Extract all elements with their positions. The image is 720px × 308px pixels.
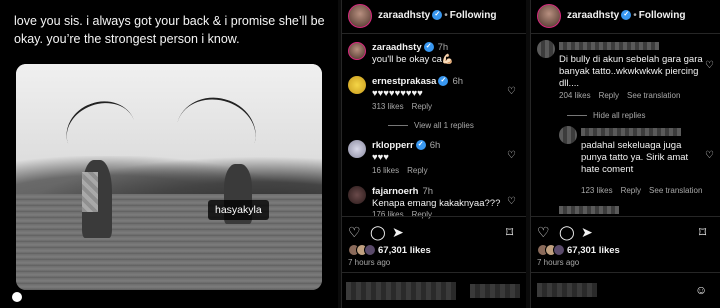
post-header: zaraadhsty ✓ • Following bbox=[342, 0, 526, 34]
photo-blur-censor bbox=[82, 172, 98, 212]
comment-text: ♥♥♥ bbox=[372, 152, 389, 163]
verified-icon: ✓ bbox=[621, 10, 632, 21]
separator-dot: • bbox=[444, 10, 448, 21]
pixelated-redaction bbox=[346, 282, 456, 300]
comment-text: ♥♥♥♥♥♥♥♥♥ bbox=[372, 88, 423, 99]
avatar[interactable] bbox=[537, 4, 561, 28]
comment-text: Di bully di akun sebelah gara gara banya… bbox=[559, 54, 703, 89]
comment-username[interactable]: fajarnoerh bbox=[372, 186, 418, 197]
like-heart-icon[interactable]: ♡ bbox=[705, 60, 714, 71]
post-timestamp: 7 hours ago bbox=[348, 258, 391, 267]
bookmark-icon[interactable]: ⌑ bbox=[506, 225, 513, 239]
see-translation-link[interactable]: See translation bbox=[649, 186, 702, 195]
share-icon[interactable]: ➤ bbox=[392, 225, 404, 239]
comment-time: 6h bbox=[429, 140, 441, 151]
smiley-icon[interactable]: ☺ bbox=[695, 283, 707, 297]
comment-username[interactable]: rklopperr bbox=[372, 140, 414, 151]
photo-water bbox=[16, 194, 322, 290]
heart-icon[interactable]: ♡ bbox=[537, 225, 550, 239]
pixelated-redaction bbox=[470, 284, 520, 298]
avatar[interactable] bbox=[348, 4, 372, 28]
pixelated-redaction bbox=[537, 283, 597, 297]
avatar[interactable] bbox=[348, 76, 366, 94]
verified-icon: ✓ bbox=[415, 140, 426, 151]
post-header: zaraadhsty ✓ • Following bbox=[531, 0, 720, 34]
comment-text: padahal sekeluaga juga punya tatto ya. S… bbox=[581, 140, 689, 175]
header-username[interactable]: zaraadhsty bbox=[378, 10, 430, 21]
post-caption: love you sis. i always got your back & i… bbox=[14, 14, 325, 46]
verified-icon: ✓ bbox=[432, 10, 443, 21]
comment-username[interactable]: zaraadhsty bbox=[372, 42, 422, 53]
like-heart-icon[interactable]: ♡ bbox=[507, 196, 516, 207]
comment-icon[interactable]: ◯ bbox=[370, 225, 386, 239]
comments-panel-middle: zaraadhsty ✓ • Following zaraadhsty ✓ 7h you'… bbox=[341, 0, 526, 308]
comment-likes[interactable]: 123 likes bbox=[581, 186, 613, 195]
view-replies-link[interactable]: View all 1 replies bbox=[388, 121, 474, 130]
header-username[interactable]: zaraadhsty bbox=[567, 10, 619, 21]
heart-icon[interactable]: ♡ bbox=[348, 225, 361, 239]
post-photo[interactable]: hasyakyla bbox=[16, 64, 322, 290]
avatar[interactable] bbox=[348, 186, 366, 204]
reply-button[interactable]: Reply bbox=[407, 166, 427, 175]
comment-time: 6h bbox=[452, 76, 464, 87]
verified-icon: ✓ bbox=[423, 42, 434, 53]
reply-button[interactable]: Reply bbox=[412, 102, 432, 111]
like-heart-icon[interactable]: ♡ bbox=[705, 150, 714, 161]
following-button[interactable]: Following bbox=[639, 10, 686, 21]
reply-button[interactable]: Reply bbox=[599, 91, 619, 100]
likes-count[interactable]: 67,301 likes bbox=[567, 245, 620, 256]
reply-button[interactable]: Reply bbox=[621, 186, 641, 195]
avatar[interactable] bbox=[348, 42, 366, 60]
post-actions-bar: ♡ ◯ ➤ ⌑ bbox=[531, 216, 720, 242]
see-translation-link[interactable]: See translation bbox=[627, 91, 680, 100]
like-heart-icon[interactable]: ♡ bbox=[507, 86, 516, 97]
comment-text: Kenapa emang kakaknyaa??? bbox=[372, 198, 501, 209]
bookmark-icon[interactable]: ⌑ bbox=[699, 225, 706, 239]
add-comment-bar: ☺ bbox=[531, 272, 720, 308]
comments-panel-right: zaraadhsty ✓ • Following Di bully di akun s… bbox=[530, 0, 720, 308]
verified-icon: ✓ bbox=[438, 76, 449, 87]
comment-text: you'll be okay ca💪🏻 bbox=[372, 54, 454, 65]
post-timestamp: 7 hours ago bbox=[537, 258, 580, 267]
avatar bbox=[537, 40, 555, 58]
avatar[interactable] bbox=[348, 140, 366, 158]
comment-username[interactable]: ernestprakasa bbox=[372, 76, 436, 87]
likes-count[interactable]: 67,301 likes bbox=[378, 245, 431, 256]
pixelated-redaction bbox=[559, 206, 619, 214]
hide-replies-link[interactable]: Hide all replies bbox=[567, 111, 645, 120]
photo-user-tag[interactable]: hasyakyla bbox=[208, 200, 269, 220]
avatar bbox=[559, 126, 577, 144]
post-actions-bar: ♡ ◯ ➤ ⌑ bbox=[342, 216, 526, 242]
separator-dot: • bbox=[633, 10, 637, 21]
comment-likes[interactable]: 313 likes bbox=[372, 102, 404, 111]
avatar bbox=[553, 244, 565, 256]
comment-time: 7h bbox=[437, 42, 449, 53]
comment-likes[interactable]: 204 likes bbox=[559, 91, 591, 100]
like-heart-icon[interactable]: ♡ bbox=[507, 150, 516, 161]
comment-likes[interactable]: 16 likes bbox=[372, 166, 399, 175]
pixelated-redaction bbox=[559, 42, 659, 50]
avatar bbox=[364, 244, 376, 256]
comment-icon[interactable]: ◯ bbox=[559, 225, 575, 239]
post-panel: love you sis. i always got your back & i… bbox=[0, 0, 338, 308]
comment-time: 7h bbox=[422, 186, 434, 197]
following-button[interactable]: Following bbox=[450, 10, 497, 21]
share-icon[interactable]: ➤ bbox=[581, 225, 593, 239]
nav-indicator-icon[interactable] bbox=[12, 292, 22, 302]
pixelated-redaction bbox=[581, 128, 681, 136]
